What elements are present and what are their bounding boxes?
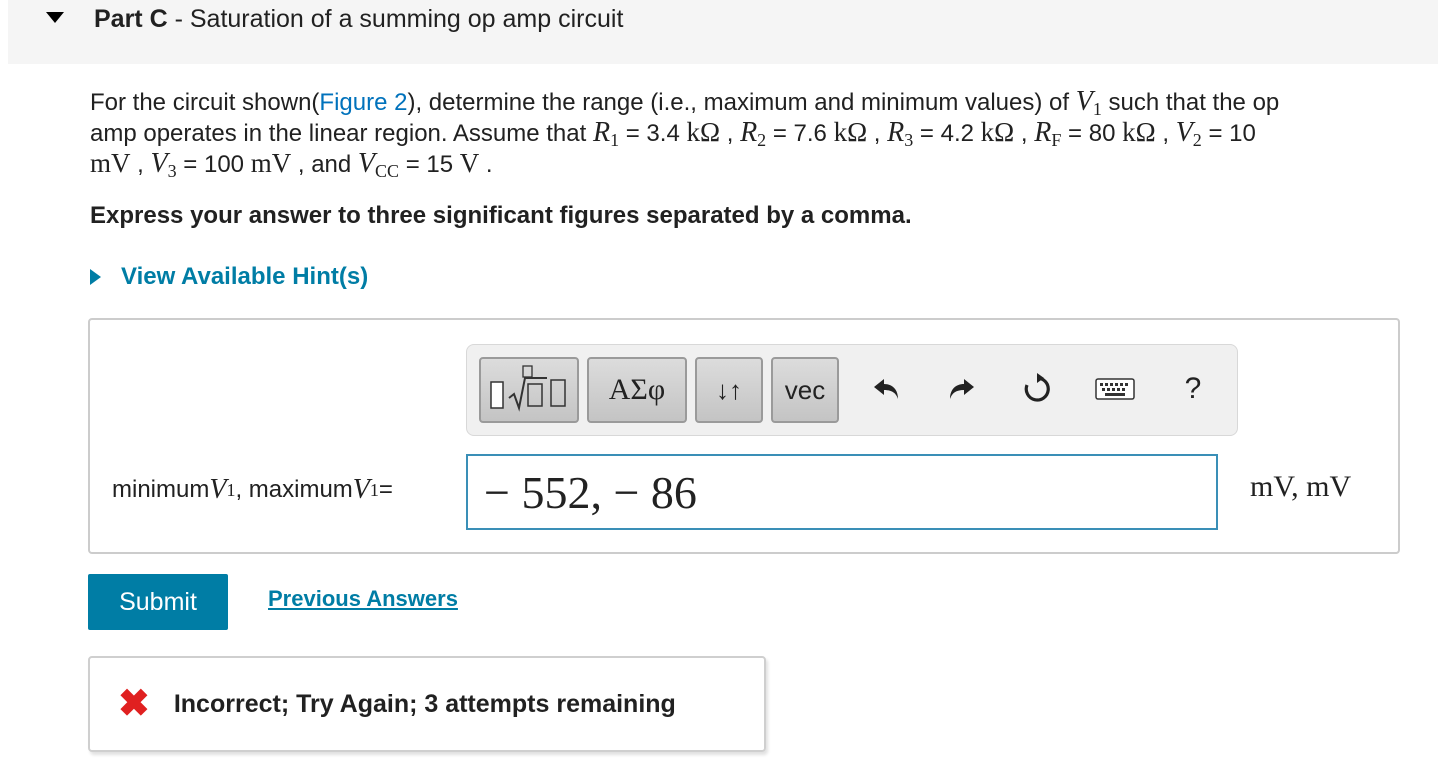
keyboard-icon[interactable] — [1093, 363, 1137, 415]
answer-instruction: Express your answer to three significant… — [90, 202, 912, 229]
hint-toggle[interactable]: View Available Hint(s) — [90, 262, 368, 292]
help-icon[interactable]: ? — [1173, 363, 1213, 415]
problem-line-2: amp operates in the linear region. Assum… — [90, 117, 1256, 150]
undo-icon[interactable] — [867, 363, 907, 415]
hint-arrow-icon[interactable] — [90, 269, 101, 285]
math-toolbar: ΑΣφ ↓↑ vec ? — [466, 344, 1238, 436]
problem-line-1: For the circuit shown(Figure 2), determi… — [90, 86, 1280, 119]
submit-button[interactable]: Submit — [88, 574, 228, 630]
reset-icon[interactable] — [1017, 363, 1057, 415]
answer-units: mV, mV — [1250, 470, 1352, 503]
answer-box: ΑΣφ ↓↑ vec ? minimum V1, maximum V1 = − … — [88, 318, 1400, 554]
error-x-icon: ✖ — [118, 683, 150, 725]
answer-label: minimum V1, maximum V1 = — [112, 474, 393, 505]
feedback-box: ✖ Incorrect; Try Again; 3 attempts remai… — [88, 656, 766, 752]
problem-statement: For the circuit shown(Figure 2), determi… — [90, 86, 1430, 181]
redo-icon[interactable] — [941, 363, 981, 415]
templates-button[interactable] — [479, 357, 579, 423]
vector-button[interactable]: vec — [771, 357, 839, 423]
view-hints-link[interactable]: View Available Hint(s) — [121, 263, 368, 291]
answer-input[interactable]: − 552, − 86 — [466, 454, 1218, 530]
greek-symbols-button[interactable]: ΑΣφ — [587, 357, 687, 423]
feedback-message: Incorrect; Try Again; 3 attempts remaini… — [173, 689, 676, 718]
collapse-arrow-icon[interactable] — [46, 12, 64, 23]
figure-2-link[interactable]: Figure 2 — [319, 89, 407, 116]
templates-icon — [490, 365, 566, 412]
subscript-superscript-button[interactable]: ↓↑ — [695, 357, 763, 423]
problem-line-3: mV , V3 = 100 mV , and VCC = 15 V . — [90, 148, 493, 181]
part-title: Part C - Saturation of a summing op amp … — [94, 5, 624, 33]
part-header[interactable]: Part C - Saturation of a summing op amp … — [8, 0, 1438, 64]
previous-answers-link[interactable]: Previous Answers — [268, 586, 458, 612]
